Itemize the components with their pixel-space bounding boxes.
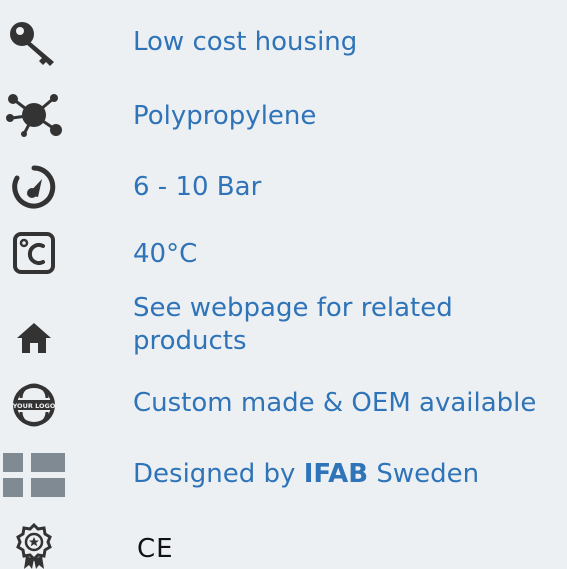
feature-label: 40°C bbox=[133, 239, 198, 269]
feature-row-designer: Designed by IFAB Sweden bbox=[0, 450, 567, 500]
home-icon bbox=[0, 321, 68, 355]
key-icon bbox=[0, 18, 68, 68]
brand-name: IFAB bbox=[303, 459, 369, 489]
feature-label: Designed by IFAB Sweden bbox=[133, 459, 479, 490]
feature-row-pressure: 6 - 10 Bar bbox=[0, 162, 567, 212]
feature-label: Polypropylene bbox=[133, 101, 317, 131]
certificate-badge-icon bbox=[0, 522, 68, 569]
feature-label: Custom made & OEM available bbox=[133, 388, 537, 418]
designed-by-text: Designed by bbox=[133, 459, 304, 489]
feature-list: Low cost housing Polypropylene 6 - 10 Ba… bbox=[0, 0, 567, 569]
feature-label: Low cost housing bbox=[133, 27, 358, 57]
your-logo-icon: YOUR LOGO bbox=[0, 380, 68, 430]
feature-label: 6 - 10 Bar bbox=[133, 172, 262, 202]
feature-label-line2: products bbox=[133, 326, 247, 356]
feature-row-custom: YOUR LOGO Custom made & OEM available bbox=[0, 380, 567, 430]
feature-row-housing: Low cost housing bbox=[0, 18, 567, 68]
temperature-celsius-icon bbox=[0, 228, 68, 278]
feature-row-material: Polypropylene bbox=[0, 90, 567, 140]
feature-row-temperature: 40°C bbox=[0, 228, 567, 278]
feature-row-related-products: See webpage for related products bbox=[0, 293, 567, 361]
molecule-icon bbox=[0, 90, 68, 140]
feature-label-line1: See webpage for related bbox=[133, 293, 453, 323]
feature-row-certification: CE bbox=[0, 522, 567, 569]
svg-text:YOUR LOGO: YOUR LOGO bbox=[12, 402, 56, 410]
pressure-gauge-icon bbox=[0, 162, 68, 212]
country-text: Sweden bbox=[368, 459, 480, 489]
sweden-flag-icon bbox=[0, 450, 68, 500]
ce-mark: CE bbox=[137, 534, 174, 564]
